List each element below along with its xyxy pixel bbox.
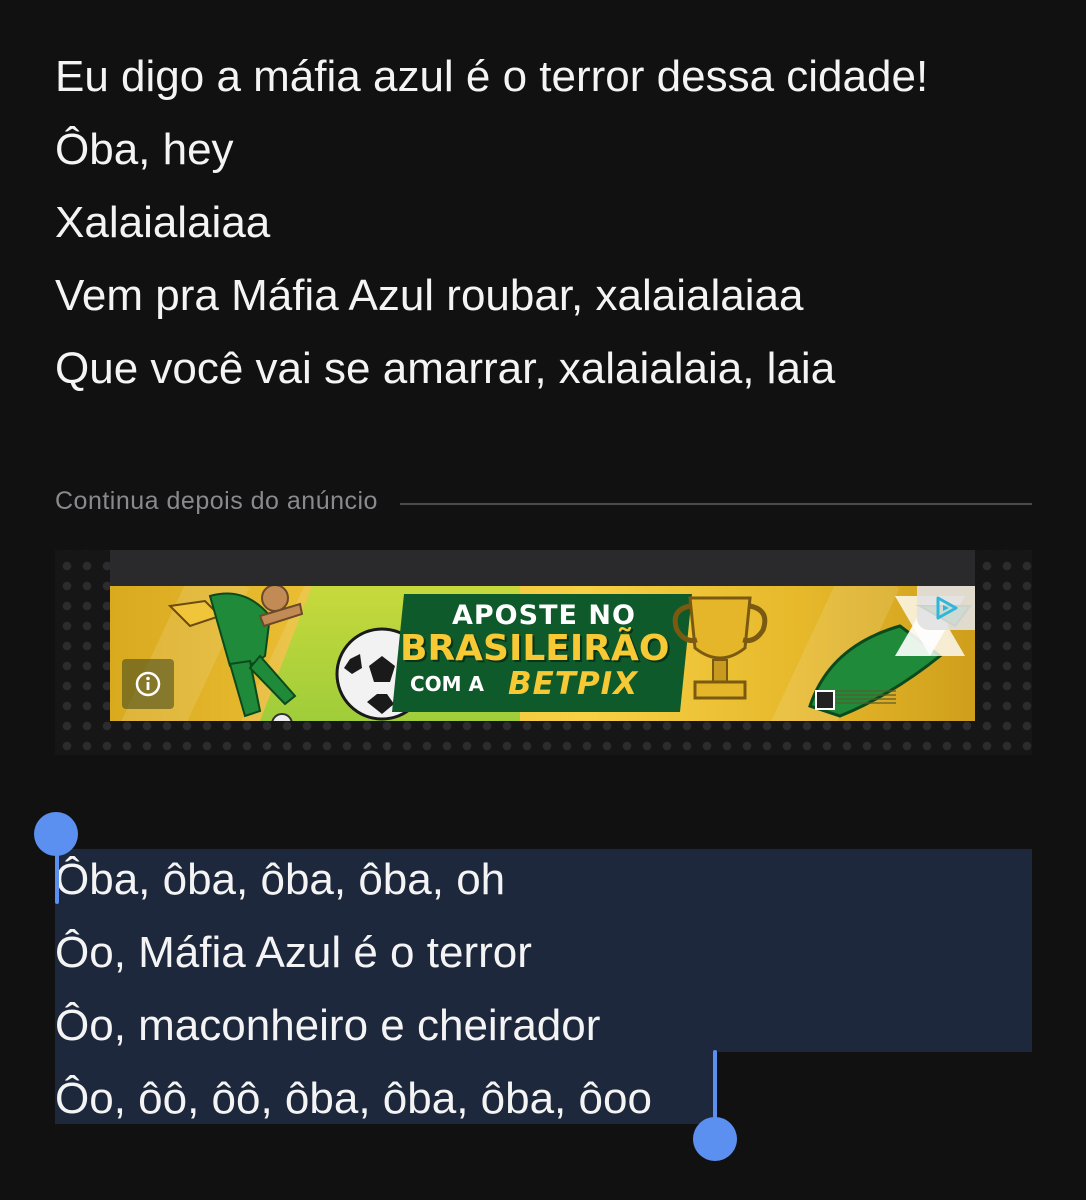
adchoices-icon[interactable] (917, 586, 975, 630)
ad-headline-line2: BRASILEIRÃO (400, 628, 670, 669)
ad-fineprint (836, 690, 896, 706)
ad-topbar (110, 550, 975, 586)
football-player-graphic (167, 586, 304, 721)
info-icon-glyph (135, 671, 161, 697)
lyrics-block-selected[interactable]: Ôba, ôba, ôba, ôba, oh Ôo, Máfia Azul é … (55, 843, 1055, 1135)
selection-start-handle[interactable] (34, 812, 78, 856)
adchoices-triangle-icon (936, 596, 958, 620)
lyric-line: Ôo, maconheiro e cheirador (55, 1001, 601, 1050)
lyric-line: Que você vai se amarrar, xalaialaia, lai… (55, 344, 836, 393)
lyrics-block-top: Eu digo a máfia azul é o terror dessa ci… (55, 40, 1055, 405)
ad-banner[interactable]: APOSTE NO BRASILEIRÃO COM A BETPIX (110, 586, 975, 721)
lyric-line: Ôba, ôba, ôba, ôba, oh (55, 855, 506, 904)
lyric-line: Ôo, ôô, ôô, ôba, ôba, ôba, ôoo (55, 1074, 652, 1123)
lyric-line: Ôba, hey (55, 125, 234, 174)
selection-end-caret (713, 1050, 717, 1122)
qr-code-icon (815, 690, 835, 710)
lyric-line: Ôo, Máfia Azul é o terror (55, 928, 532, 977)
divider-line (399, 503, 1032, 505)
info-icon[interactable] (122, 659, 174, 709)
ad-divider-label: Continua depois do anúncio (55, 486, 378, 515)
trophy-graphic (672, 596, 768, 700)
lyric-line: Xalaialaiaa (55, 198, 271, 247)
ad-headline-line3: COM A (410, 672, 485, 696)
ad-brand-name: BETPIX (508, 666, 639, 702)
ad-divider: Continua depois do anúncio (55, 486, 1032, 516)
selection-start-caret (55, 852, 59, 904)
lyric-line: Vem pra Máfia Azul roubar, xalaialaiaa (55, 271, 804, 320)
selection-end-handle[interactable] (693, 1117, 737, 1161)
lyric-line: Eu digo a máfia azul é o terror dessa ci… (55, 52, 929, 101)
ad-headline-line1: APOSTE NO (452, 600, 636, 631)
